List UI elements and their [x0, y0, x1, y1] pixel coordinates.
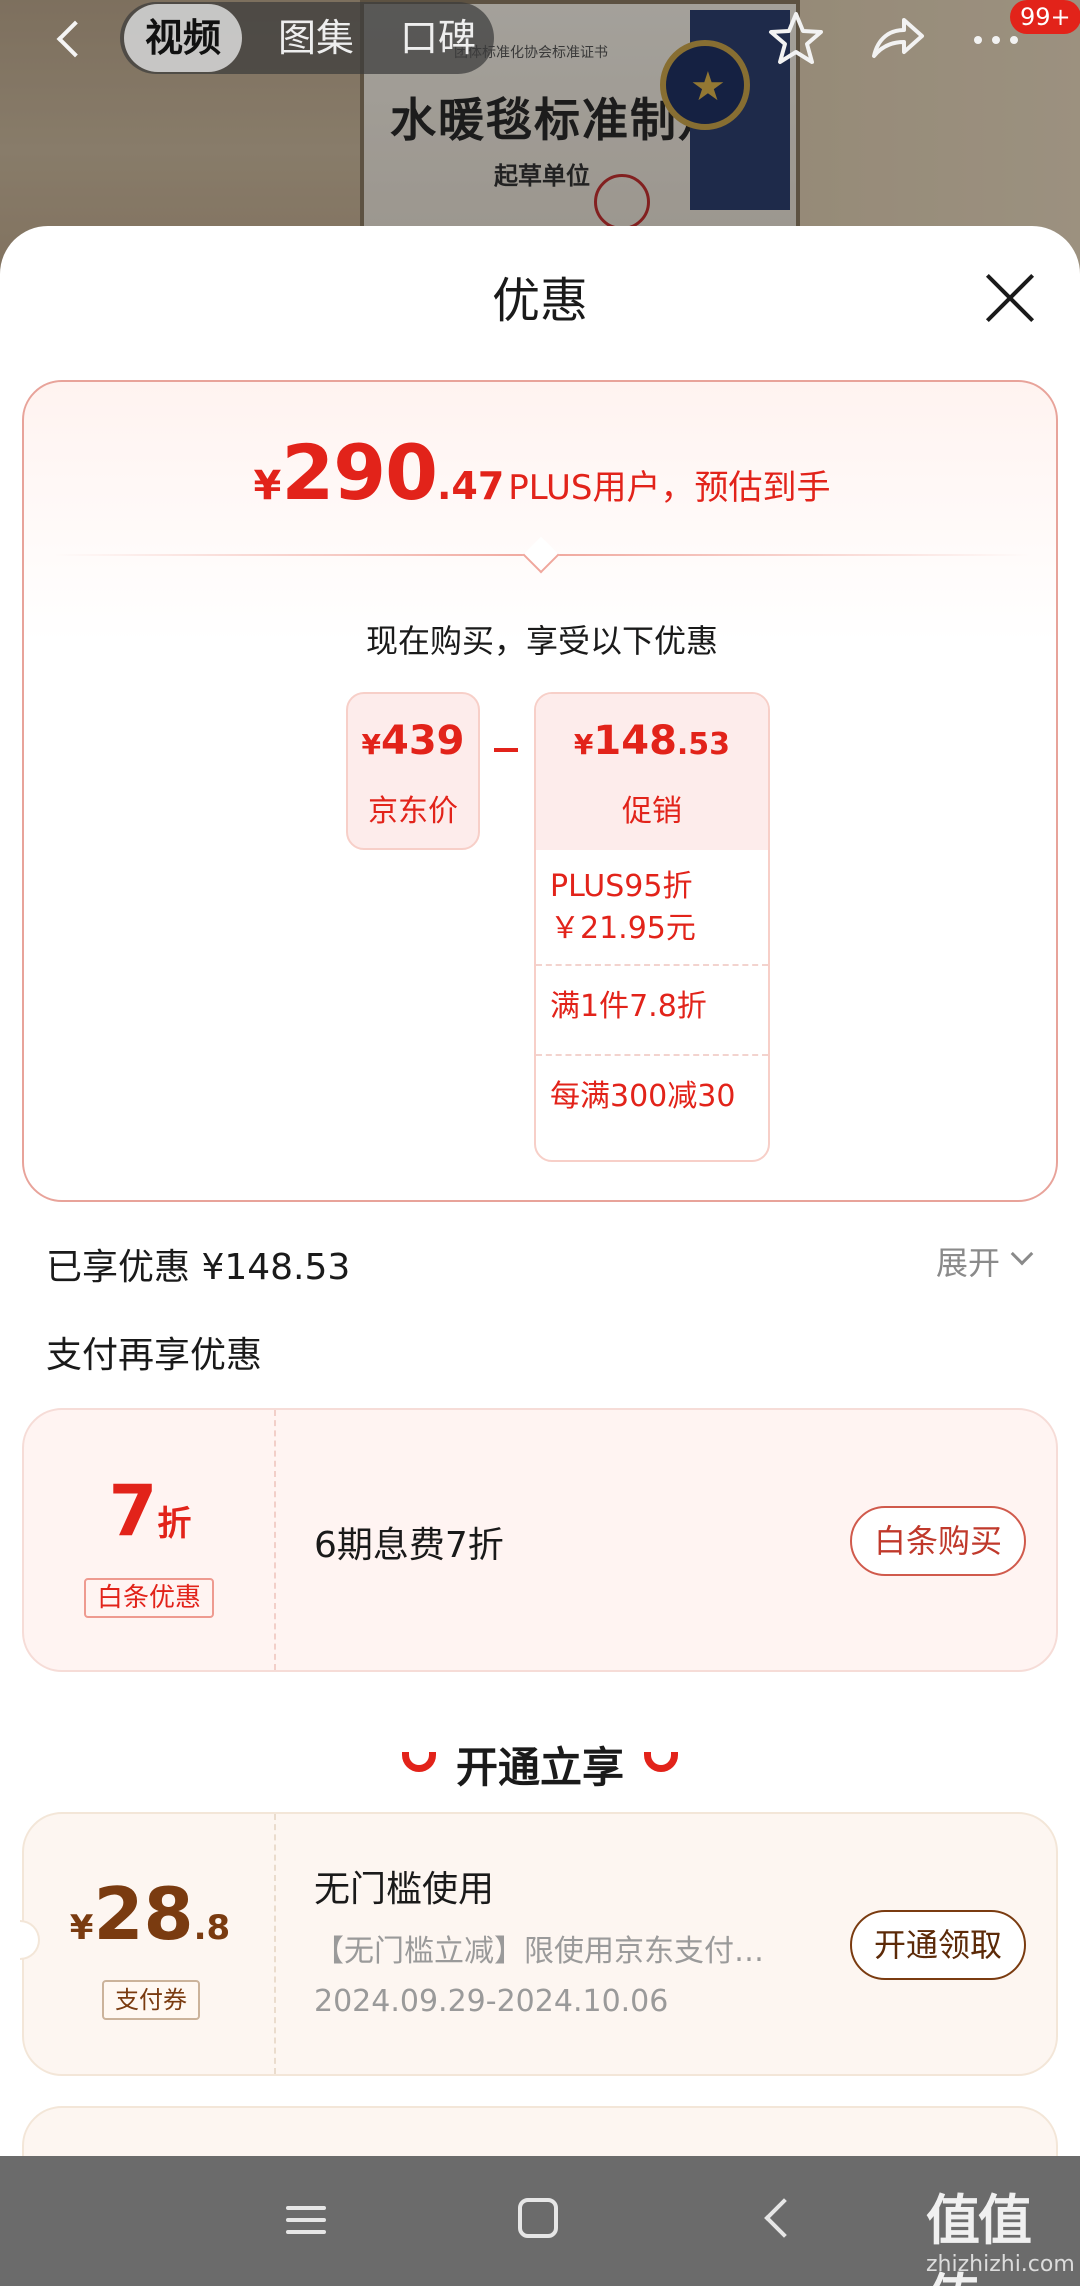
jd-price-box: ¥439 京东价 — [346, 692, 480, 850]
baitiao-discount-number: 7 — [108, 1470, 158, 1552]
promotion-item-discount: 满1件7.8折 — [550, 989, 707, 1024]
system-nav-bar: 值值值 zhizhizhi.com — [0, 2156, 1080, 2286]
nav-back-icon[interactable] — [764, 2198, 804, 2238]
coupon-integer: 28 — [93, 1872, 194, 1956]
coupon-claim-button[interactable]: 开通领取 — [850, 1910, 1026, 1980]
sheet-title: 优惠 — [491, 273, 588, 329]
tab-gallery[interactable]: 图集 — [266, 4, 366, 72]
notification-badge: 99+ — [1010, 0, 1080, 34]
promotion-box: ¥148.53 促销 PLUS95折 ￥21.95元 满1件7.8折 每满300… — [534, 692, 770, 1162]
media-tabs: 视频 图集 口碑 — [120, 2, 494, 74]
jd-price-currency: ¥ — [361, 728, 381, 761]
chevron-down-icon[interactable] — [1010, 1242, 1034, 1266]
promotion-value: ¥148.53 — [536, 718, 768, 764]
promotion-separator — [536, 964, 768, 966]
promotion-item-plus: PLUS95折 ￥21.95元 — [536, 866, 768, 950]
promotion-integer: 148 — [593, 718, 677, 764]
coupon-date: 2024.09.29-2024.10.06 — [314, 1984, 669, 2019]
watermark-url: zhizhizhi.com — [926, 2252, 1075, 2277]
estimate-label: PLUS用户，预估到手 — [508, 468, 831, 508]
promotion-label: 促销 — [622, 794, 682, 829]
jd-price-value: ¥439 — [348, 718, 478, 764]
estimate-currency: ¥ — [253, 463, 282, 509]
coupon-currency: ¥ — [69, 1908, 94, 1948]
saved-amount: 已享优惠 ¥148.53 — [46, 1247, 351, 1288]
promotion-item-plus-title: PLUS95折 — [550, 869, 693, 904]
coupon-left: ¥28.8 支付券 — [24, 1814, 276, 2074]
discount-sheet: 优惠 ¥290.47 PLUS用户，预估到手 现在购买，享受以下优惠 ¥439 京… — [0, 226, 1080, 2286]
open-section-title: 开通立享 — [455, 1743, 624, 1792]
estimated-price: ¥290.47 PLUS用户，预估到手 — [24, 428, 1060, 517]
tab-video[interactable]: 视频 — [124, 4, 242, 72]
baitiao-offer-left: 7折 白条优惠 — [24, 1410, 276, 1670]
baitiao-tag: 白条优惠 — [84, 1578, 214, 1618]
promotion-decimal: .53 — [676, 727, 731, 762]
baitiao-discount-unit: 折 — [157, 1504, 192, 1544]
expand-link[interactable]: 展开 — [936, 1238, 1000, 1284]
promotion-separator — [536, 1054, 768, 1056]
minus-icon — [494, 748, 518, 752]
coupon-value: ¥28.8 — [24, 1872, 276, 1956]
baitiao-discount: 7折 — [24, 1470, 276, 1552]
top-bar: 视频 图集 口碑 99+ — [0, 0, 1080, 76]
price-breakdown-card: ¥290.47 PLUS用户，预估到手 现在购买，享受以下优惠 ¥439 京东价 … — [22, 380, 1058, 1202]
menu-icon[interactable] — [286, 2200, 326, 2240]
promotion-header: ¥148.53 促销 — [536, 694, 768, 850]
star-icon[interactable] — [764, 6, 828, 70]
promotion-currency: ¥ — [573, 728, 594, 761]
home-icon[interactable] — [518, 2198, 558, 2238]
coupon-tag: 支付券 — [102, 1980, 200, 2020]
baitiao-offer-card: 7折 白条优惠 6期息费7折 白条购买 — [22, 1408, 1058, 1672]
coupon-decimal: .8 — [193, 1908, 231, 1948]
estimate-integer: 290 — [281, 428, 438, 517]
jd-price-label: 京东价 — [368, 794, 458, 829]
close-icon[interactable] — [984, 272, 1036, 324]
jd-price-number: 439 — [380, 718, 465, 764]
coupon-card: ¥28.8 支付券 无门槛使用 【无门槛立减】限使用京东支付… 2024.09.… — [20, 1812, 1058, 2076]
promotion-item-plus-amount: ￥21.95元 — [550, 911, 696, 946]
share-icon[interactable] — [864, 6, 928, 70]
divider-notch — [522, 536, 560, 574]
back-icon[interactable] — [48, 14, 88, 62]
pay-more-heading: 支付再享优惠 — [46, 1335, 263, 1376]
buy-now-text: 现在购买，享受以下优惠 — [365, 622, 718, 660]
estimate-decimal: .47 — [436, 464, 505, 508]
coupon-description: 【无门槛立减】限使用京东支付… — [314, 1934, 764, 1969]
promotion-item-full-reduction: 每满300减30 — [550, 1079, 736, 1114]
coupon-title: 无门槛使用 — [314, 1869, 495, 1910]
open-section-header: 开通立享 — [0, 1730, 1080, 1800]
baitiao-description: 6期息费7折 — [314, 1525, 504, 1566]
baitiao-buy-button[interactable]: 白条购买 — [850, 1506, 1026, 1576]
tab-reviews[interactable]: 口碑 — [388, 4, 488, 72]
